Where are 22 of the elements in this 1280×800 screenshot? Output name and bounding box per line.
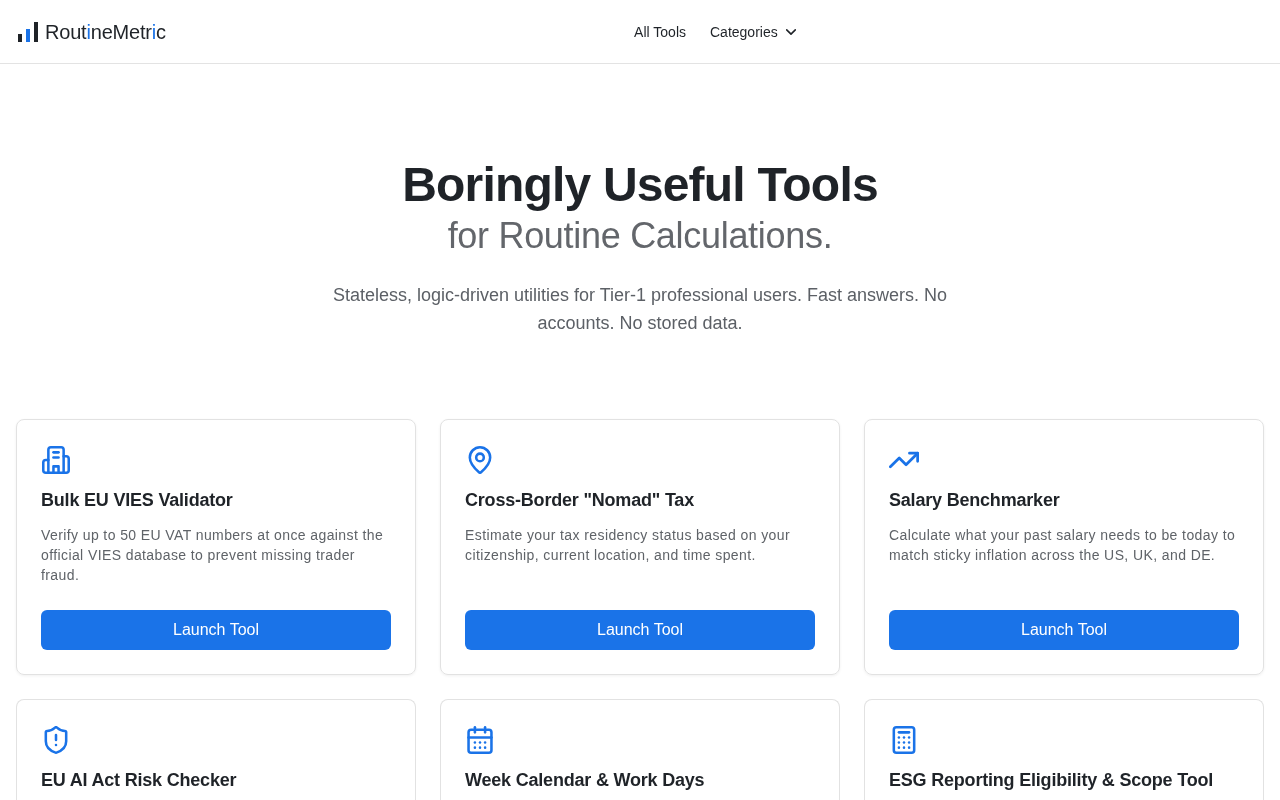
bar-chart-icon — [18, 21, 39, 42]
logo-link[interactable]: RoutineMetric — [18, 19, 166, 44]
launch-button[interactable]: Launch Tool — [41, 610, 391, 650]
card-title: Cross-Border "Nomad" Tax — [465, 489, 694, 512]
card-description: Verify up to 50 EU VAT numbers at once against the official VIES database to prevent missing trader fraud. — [41, 526, 385, 585]
card-title: ESG Reporting Eligibility & Scope Tool — [889, 769, 1214, 792]
card-title: Salary Benchmarker — [889, 489, 1060, 512]
chevron-down-icon — [785, 28, 796, 35]
launch-button[interactable]: Launch Tool — [465, 610, 815, 650]
card-title: Bulk EU VIES Validator — [41, 489, 233, 512]
nav-link[interactable]: All Tools — [634, 21, 686, 42]
hero-title: Boringly Useful Tools — [402, 157, 878, 213]
categories-dropdown[interactable]: Categories — [710, 21, 796, 42]
building-icon — [41, 446, 71, 474]
card-description: Estimate your tax residency status based on your citizenship, current location, and time spent. — [465, 526, 792, 565]
hero-subtitle: for Routine Calculations. — [447, 214, 833, 258]
hero-description: Stateless, logic-driven utilities for Tier-1 professional users. Fast answers. No accounts. No stored data. — [331, 284, 949, 335]
card-title: EU AI Act Risk Checker — [41, 769, 237, 792]
launch-button[interactable]: Launch Tool — [889, 610, 1239, 650]
card-description: Calculate what your past salary needs to be today to match sticky inflation across the US, UK, and DE. — [889, 526, 1237, 565]
card-title: Week Calendar & Work Days — [465, 769, 705, 792]
calendar-icon — [465, 726, 495, 754]
